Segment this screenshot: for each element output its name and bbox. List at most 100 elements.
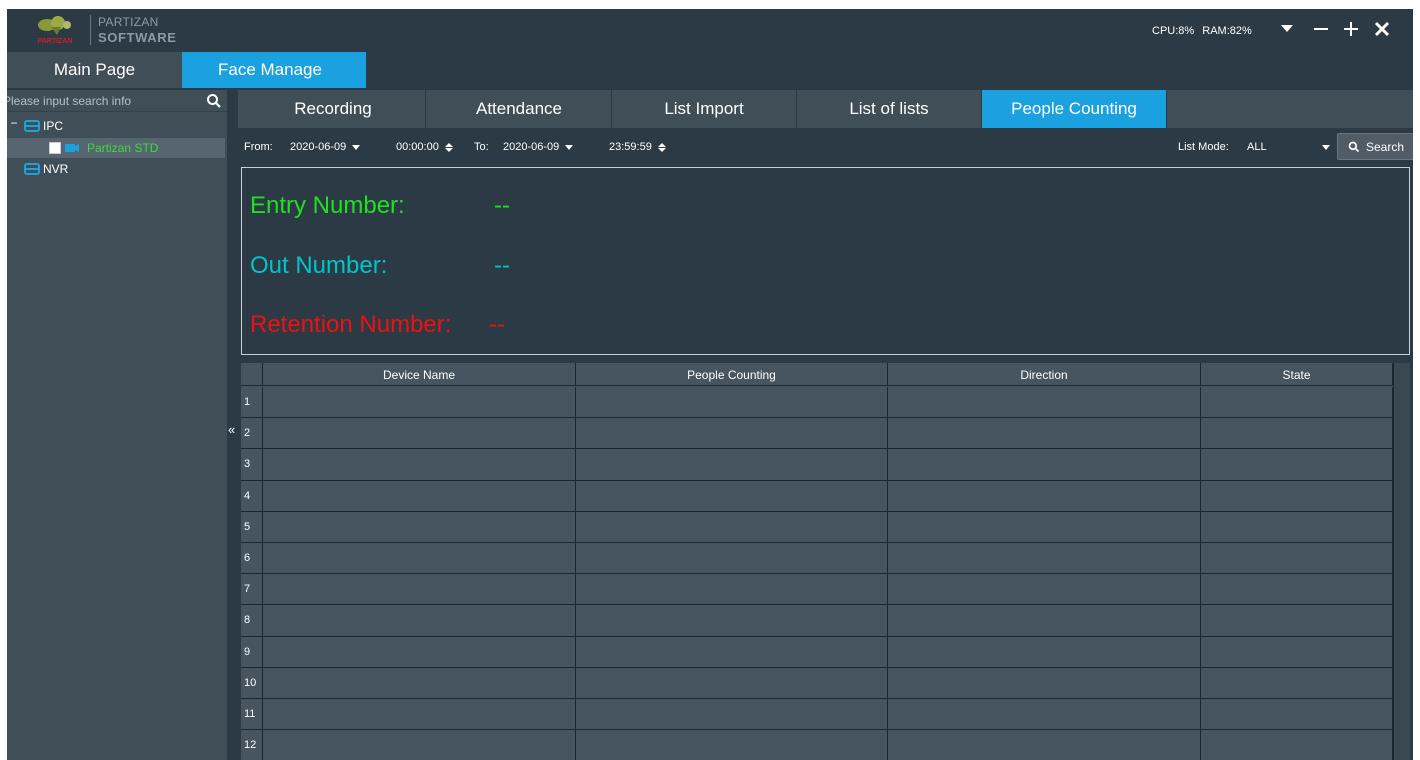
row-number: 10: [241, 667, 263, 698]
people-counting-cell: [576, 449, 888, 480]
search-button-label: Search: [1365, 139, 1405, 154]
from-time-spinner[interactable]: 00:00:00: [396, 138, 468, 156]
maximize-button[interactable]: [1340, 15, 1362, 43]
tree-node-ipc[interactable]: − IPC: [7, 116, 227, 136]
table-row[interactable]: 5: [241, 511, 1410, 543]
from-date-picker[interactable]: 2020-06-09: [290, 138, 388, 156]
people-counting-cell: [576, 698, 888, 730]
svg-text:PARTIZAN: PARTIZAN: [38, 38, 73, 45]
to-date-picker[interactable]: 2020-06-09: [503, 138, 601, 156]
column-header-state[interactable]: State: [1201, 363, 1393, 386]
row-number: 3: [241, 449, 263, 480]
collapse-toggle[interactable]: −: [9, 116, 19, 130]
out-number-label: Out Number:: [250, 252, 388, 279]
table-row[interactable]: 7: [241, 574, 1410, 606]
direction-cell: [888, 387, 1201, 418]
sidebar-splitter[interactable]: «: [227, 90, 238, 760]
row-number: 5: [241, 511, 263, 542]
state-cell: [1201, 387, 1393, 418]
table-row[interactable]: 8: [241, 605, 1410, 637]
tab-attendance[interactable]: Attendance: [427, 90, 612, 128]
column-header-device-name[interactable]: Device Name: [263, 363, 576, 386]
filter-bar: From: 2020-06-09 00:00:00 To: 2020-06-09…: [238, 130, 1413, 162]
state-cell: [1201, 636, 1393, 667]
state-cell: [1201, 698, 1393, 730]
table-row[interactable]: 2: [241, 418, 1410, 450]
table-body: 1 2 3 4 5 6 7 8 9 10 11 12: [241, 387, 1410, 760]
device-name-cell: [263, 418, 576, 449]
table-row[interactable]: 6: [241, 542, 1410, 575]
search-icon: [1348, 141, 1360, 152]
direction-cell: [888, 480, 1201, 511]
to-date-value: 2020-06-09: [503, 141, 560, 153]
device-search: [7, 90, 227, 112]
tree-node-label: Partizan STD: [87, 141, 159, 155]
direction-cell: [888, 605, 1201, 636]
table-row[interactable]: 12: [241, 730, 1410, 760]
chevron-down-icon: [1281, 25, 1293, 32]
tree-node-nvr[interactable]: NVR: [7, 159, 227, 179]
device-checkbox[interactable]: [49, 142, 61, 154]
device-search-input[interactable]: [7, 92, 199, 110]
state-cell: [1201, 667, 1393, 698]
tab-main-page[interactable]: Main Page: [7, 52, 182, 88]
tree-node-partizan-std[interactable]: Partizan STD: [7, 138, 225, 158]
device-name-cell: [263, 605, 576, 636]
device-name-cell: [263, 480, 576, 511]
row-number: 9: [241, 636, 263, 667]
retention-number-value: --: [489, 311, 505, 338]
tab-list-import[interactable]: List Import: [612, 90, 797, 128]
table-row[interactable]: 3: [241, 449, 1410, 481]
column-header-people-counting[interactable]: People Counting: [576, 363, 888, 386]
state-cell: [1201, 542, 1393, 574]
device-name-cell: [263, 698, 576, 730]
people-counting-cell: [576, 667, 888, 698]
search-icon[interactable]: [206, 93, 222, 109]
out-number-value: --: [494, 252, 510, 279]
tab-face-manage[interactable]: Face Manage: [182, 52, 366, 88]
tab-people-counting[interactable]: People Counting: [982, 90, 1167, 128]
minimize-icon: [1314, 28, 1328, 30]
to-time-spinner[interactable]: 23:59:59: [609, 138, 677, 156]
spinner-arrows-icon[interactable]: [657, 142, 666, 152]
list-mode-select[interactable]: ALL: [1247, 138, 1330, 156]
counting-summary: Entry Number: -- Out Number: -- Retentio…: [241, 167, 1410, 355]
row-number-header: [241, 363, 263, 386]
direction-cell: [888, 574, 1201, 605]
device-name-cell: [263, 636, 576, 667]
from-date-value: 2020-06-09: [290, 141, 347, 153]
collapse-sidebar-icon[interactable]: «: [228, 422, 235, 437]
menu-dropdown-button[interactable]: [1277, 15, 1297, 43]
device-name-cell: [263, 511, 576, 542]
tree-node-label: NVR: [43, 162, 69, 176]
spinner-arrows-icon[interactable]: [444, 142, 453, 152]
minimize-button[interactable]: [1310, 15, 1332, 43]
row-number: 6: [241, 542, 263, 574]
chevron-down-icon: [352, 144, 361, 150]
table-row[interactable]: 11: [241, 698, 1410, 731]
table-row[interactable]: 10: [241, 667, 1410, 699]
brand-divider: [90, 15, 91, 45]
to-label: To:: [474, 141, 489, 153]
ram-usage: RAM:82%: [1202, 25, 1252, 37]
direction-cell: [888, 667, 1201, 698]
people-counting-cell: [576, 387, 888, 418]
retention-number-label: Retention Number:: [250, 311, 452, 338]
state-cell: [1201, 605, 1393, 636]
main-tabs: Main Page Face Manage: [7, 52, 1413, 88]
state-cell: [1201, 418, 1393, 449]
row-number: 11: [241, 698, 263, 730]
tree-node-label: IPC: [43, 119, 64, 133]
close-button[interactable]: [1370, 15, 1394, 43]
tab-recording[interactable]: Recording: [241, 90, 426, 128]
tab-list-of-lists[interactable]: List of lists: [797, 90, 982, 128]
maximize-icon: [1344, 22, 1358, 36]
chevron-down-icon: [565, 144, 574, 150]
table-scrollbar[interactable]: [1393, 363, 1410, 760]
search-button[interactable]: Search: [1337, 133, 1413, 160]
direction-cell: [888, 698, 1201, 730]
table-row[interactable]: 4: [241, 480, 1410, 512]
column-header-direction[interactable]: Direction: [888, 363, 1201, 386]
table-row[interactable]: 1: [241, 387, 1410, 419]
table-row[interactable]: 9: [241, 636, 1410, 668]
